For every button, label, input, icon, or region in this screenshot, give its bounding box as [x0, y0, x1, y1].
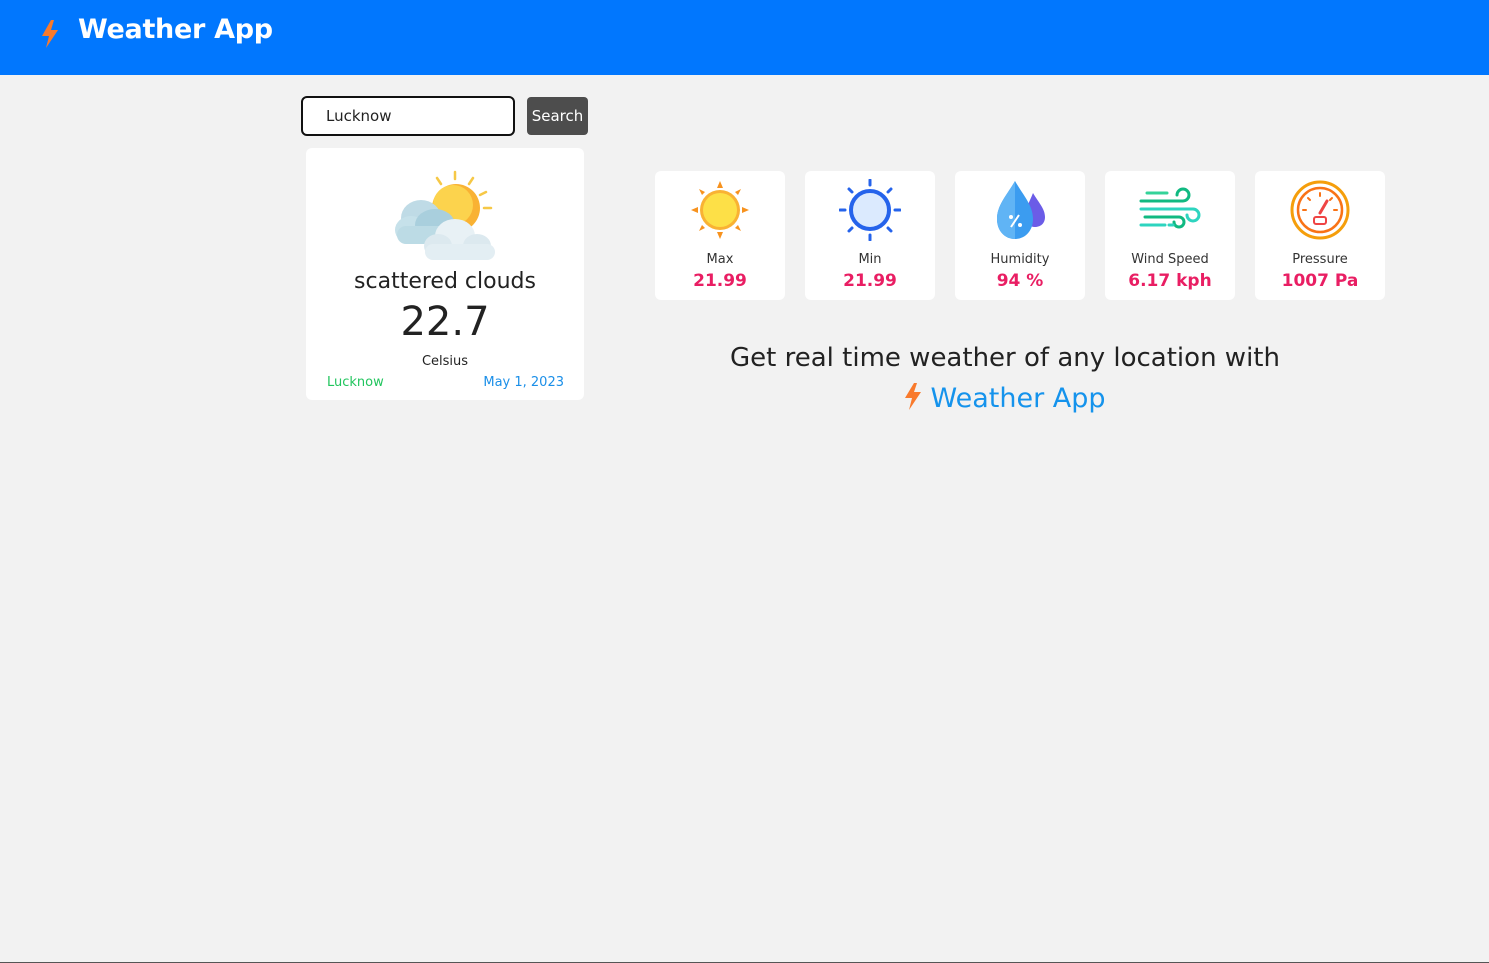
stat-label: Min — [858, 252, 882, 267]
stat-value: 94 % — [996, 271, 1044, 291]
stat-value: 6.17 kph — [1128, 271, 1212, 291]
search-input[interactable] — [301, 96, 515, 136]
temperature-value: 22.7 — [400, 299, 490, 345]
stat-card-humidity: Humidity 94 % — [955, 171, 1085, 300]
stat-value: 1007 Pa — [1281, 271, 1359, 291]
sun-icon — [691, 181, 749, 239]
temperature-unit: Celsius — [421, 354, 469, 369]
stat-card-max: Max 21.99 — [655, 171, 785, 300]
stat-label: Pressure — [1292, 252, 1348, 267]
app-title[interactable]: Weather App — [78, 14, 273, 45]
stat-value: 21.99 — [693, 271, 747, 291]
water-drops-icon — [997, 181, 1045, 239]
city-name: Lucknow — [327, 375, 384, 390]
promo-brand: Weather App — [640, 383, 1370, 414]
gauge-icon — [1290, 180, 1350, 240]
navbar: Weather App — [0, 0, 1489, 75]
stat-label: Max — [706, 252, 734, 267]
stat-value: 21.99 — [843, 271, 897, 291]
sun-behind-clouds-icon — [395, 170, 495, 260]
stat-card-pressure: Pressure 1007 Pa — [1255, 171, 1385, 300]
stat-label: Humidity — [990, 252, 1050, 267]
current-date: May 1, 2023 — [483, 375, 564, 390]
promo-heading: Get real time weather of any location wi… — [730, 343, 1280, 373]
stat-card-wind-speed: Wind Speed 6.17 kph — [1105, 171, 1235, 300]
stat-label: Wind Speed — [1131, 252, 1209, 267]
lightning-bolt-icon — [42, 20, 58, 48]
wind-icon — [1139, 187, 1201, 229]
promo-brand-name: Weather App — [930, 383, 1106, 414]
sun-outline-icon — [839, 179, 901, 241]
stat-card-min: Min 21.99 — [805, 171, 935, 300]
current-weather-card: scattered clouds 22.7 Celsius Lucknow Ma… — [306, 148, 584, 400]
search-button[interactable]: Search — [527, 97, 588, 135]
weather-description: scattered clouds — [354, 269, 536, 294]
lightning-bolt-icon — [905, 383, 922, 410]
